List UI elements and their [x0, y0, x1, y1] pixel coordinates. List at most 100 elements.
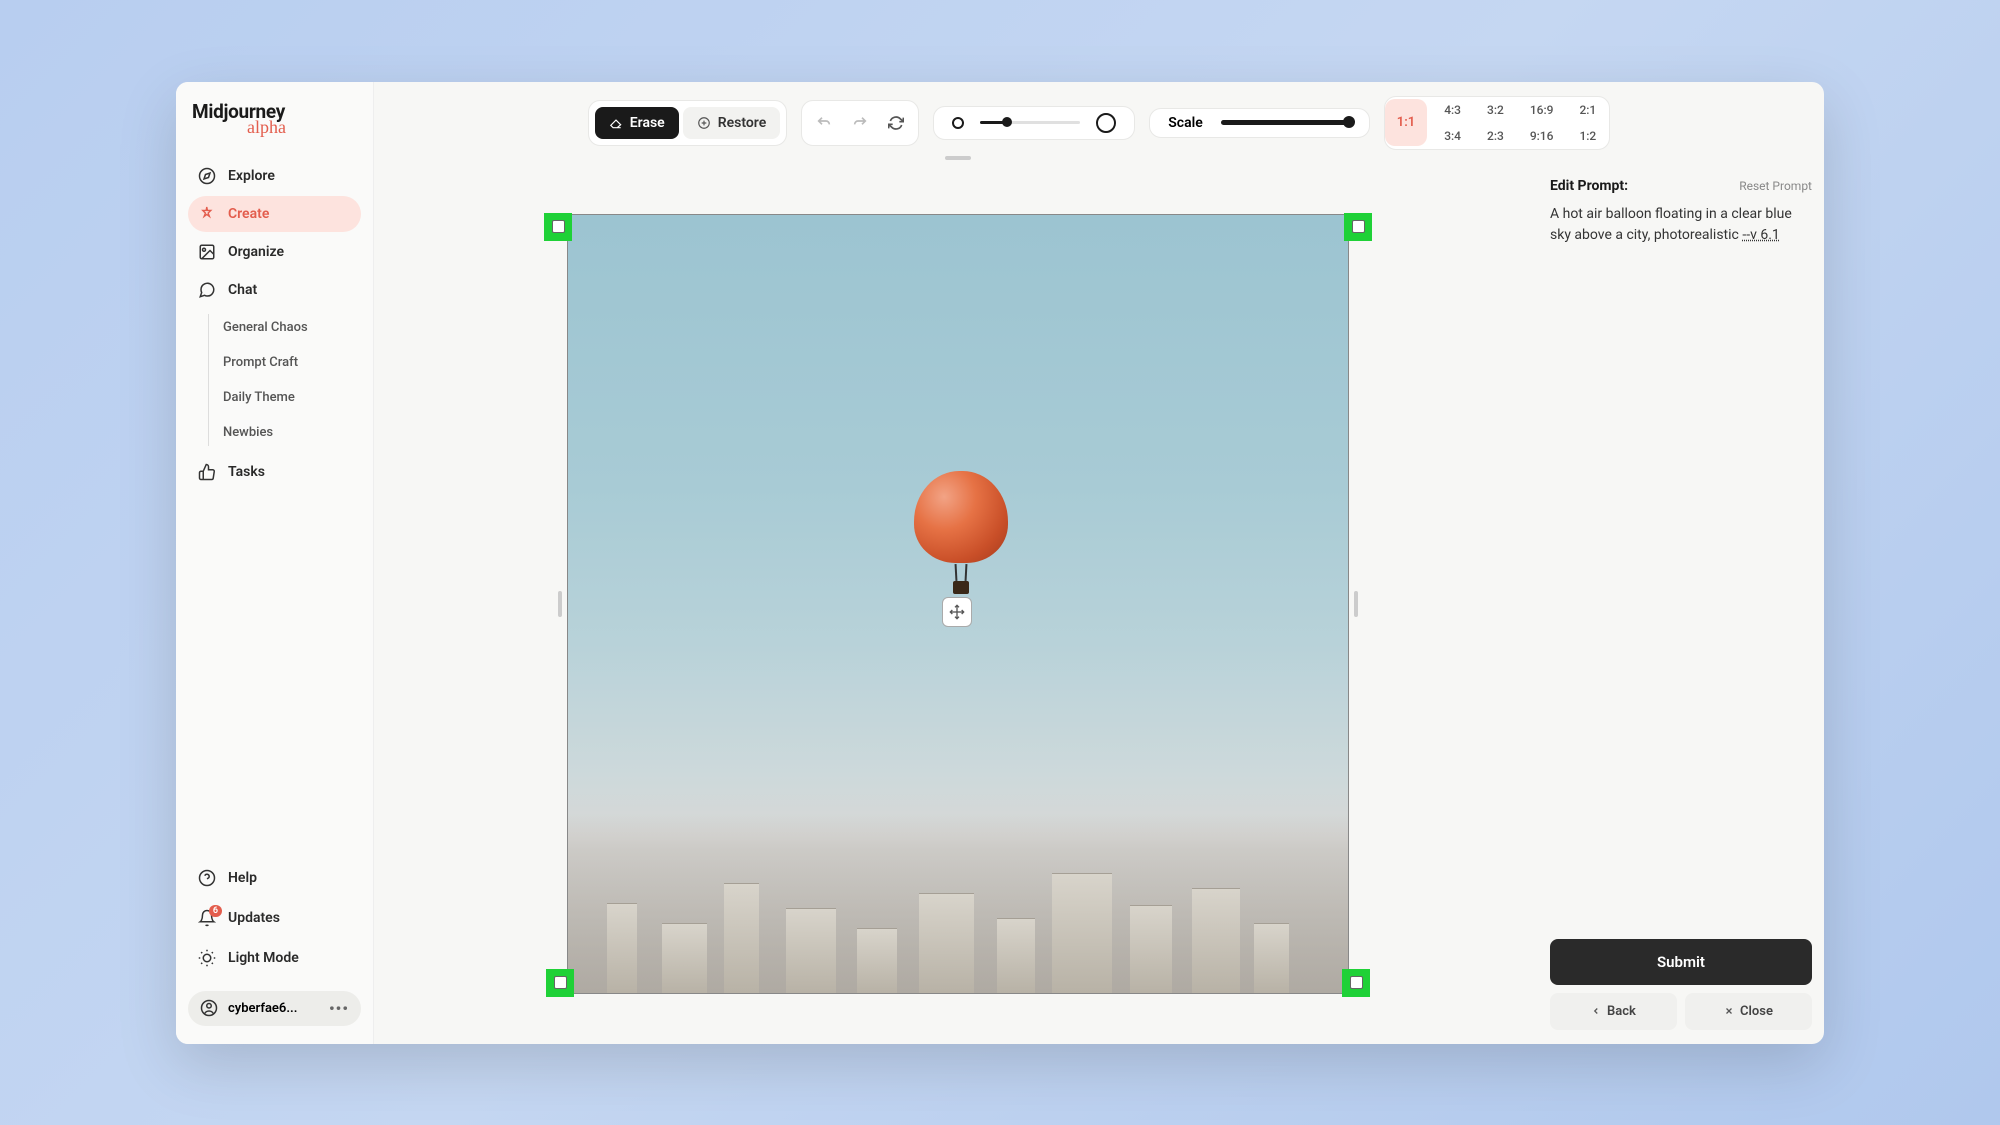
- image-icon: [198, 243, 216, 261]
- edge-grip-top[interactable]: [945, 156, 971, 160]
- crop-handle-tr[interactable]: [1344, 213, 1372, 241]
- help-button[interactable]: Help: [188, 861, 361, 895]
- light-mode-button[interactable]: Light Mode: [188, 941, 361, 975]
- help-label: Help: [228, 870, 257, 886]
- restore-icon: [697, 116, 711, 130]
- image-frame[interactable]: [567, 214, 1349, 994]
- ratio-4-3[interactable]: 4:3: [1431, 97, 1474, 123]
- prompt-text[interactable]: A hot air balloon floating in a clear bl…: [1550, 204, 1812, 246]
- erase-button[interactable]: Erase: [595, 107, 679, 139]
- back-label: Back: [1607, 1004, 1636, 1019]
- compass-icon: [198, 167, 216, 185]
- sidebar-item-chat[interactable]: Chat: [188, 272, 361, 308]
- sidebar-item-label: Create: [228, 206, 269, 222]
- main: Erase Restore Scale: [374, 82, 1824, 1044]
- sidebar-item-create[interactable]: Create: [188, 196, 361, 232]
- edge-grip-left[interactable]: [558, 591, 562, 617]
- reset-prompt-button[interactable]: Reset Prompt: [1739, 179, 1812, 193]
- prompt-title: Edit Prompt:: [1550, 178, 1628, 194]
- history-group: [801, 100, 919, 146]
- scale-slider-thumb[interactable]: [1343, 116, 1355, 128]
- brush-slider[interactable]: [980, 121, 1080, 124]
- sun-icon: [198, 949, 216, 967]
- close-button[interactable]: Close: [1685, 993, 1812, 1030]
- right-panel: Edit Prompt: Reset Prompt A hot air ball…: [1542, 164, 1824, 1044]
- ratio-3-4[interactable]: 3:4: [1431, 123, 1474, 149]
- brush-size-group: [933, 106, 1135, 140]
- user-icon: [200, 999, 218, 1017]
- updates-label: Updates: [228, 910, 280, 926]
- sidebar-item-label: Organize: [228, 244, 284, 260]
- sidebar-bottom: Help 6 Updates Light Mode cyberfae6... •…: [188, 861, 361, 1026]
- sidebar-item-tasks[interactable]: Tasks: [188, 454, 361, 490]
- sidebar-item-label: Chat: [228, 282, 257, 298]
- user-menu[interactable]: cyberfae6... •••: [188, 991, 361, 1026]
- sidebar-item-label: Tasks: [228, 464, 265, 480]
- submit-button[interactable]: Submit: [1550, 939, 1812, 985]
- sidebar-item-explore[interactable]: Explore: [188, 158, 361, 194]
- restore-label: Restore: [718, 115, 767, 131]
- chat-icon: [198, 281, 216, 299]
- balloon-graphic: [914, 471, 1008, 601]
- nav-list: Explore Create Organize Chat General Cha…: [188, 158, 361, 490]
- erase-restore-group: Erase Restore: [588, 100, 787, 146]
- ratio-9-16[interactable]: 9:16: [1517, 123, 1567, 149]
- chat-room-prompt-craft[interactable]: Prompt Craft: [223, 349, 361, 376]
- chat-room-newbies[interactable]: Newbies: [223, 419, 361, 446]
- prompt-header: Edit Prompt: Reset Prompt: [1550, 178, 1812, 194]
- toolbar: Erase Restore Scale: [374, 82, 1824, 164]
- sidebar: Midjourney alpha Explore Create Organize…: [176, 82, 374, 1044]
- scale-group: Scale: [1149, 108, 1370, 138]
- logo-alpha: alpha: [247, 117, 361, 138]
- updates-button[interactable]: 6 Updates: [188, 901, 361, 935]
- brush-slider-thumb[interactable]: [1002, 117, 1012, 127]
- crop-handle-br[interactable]: [1342, 969, 1370, 997]
- aspect-ratio-group: 1:1 4:3 3:2 16:9 2:1 3:4 2:3 9:16 1:2: [1384, 96, 1610, 150]
- chat-room-general[interactable]: General Chaos: [223, 314, 361, 341]
- action-buttons: Submit Back Close: [1550, 939, 1812, 1030]
- back-button[interactable]: Back: [1550, 993, 1677, 1030]
- move-control[interactable]: [942, 597, 972, 627]
- canvas-area: Edit Prompt: Reset Prompt A hot air ball…: [374, 164, 1824, 1044]
- ratio-active[interactable]: 1:1: [1385, 99, 1427, 146]
- more-icon: •••: [329, 999, 349, 1018]
- balloon-basket: [953, 581, 969, 594]
- scale-slider[interactable]: [1221, 120, 1351, 125]
- crop-handle-bl[interactable]: [546, 969, 574, 997]
- logo: Midjourney alpha: [188, 100, 361, 138]
- erase-label: Erase: [630, 115, 665, 131]
- prompt-param: --v 6.1: [1742, 227, 1779, 243]
- redo-button[interactable]: [844, 107, 876, 139]
- scale-label: Scale: [1168, 115, 1203, 131]
- sidebar-item-organize[interactable]: Organize: [188, 234, 361, 270]
- crop-handle-tl[interactable]: [544, 213, 572, 241]
- edge-grip-right[interactable]: [1354, 591, 1358, 617]
- canvas-wrap: [374, 164, 1542, 1044]
- secondary-buttons: Back Close: [1550, 993, 1812, 1030]
- brush-max-icon: [1096, 113, 1116, 133]
- balloon-envelope: [914, 471, 1008, 563]
- close-icon: [1724, 1006, 1734, 1016]
- username: cyberfae6...: [228, 1001, 297, 1016]
- city-graphic: [568, 813, 1348, 993]
- reset-button[interactable]: [880, 107, 912, 139]
- chevron-left-icon: [1591, 1006, 1601, 1016]
- updates-badge: 6: [209, 905, 222, 917]
- app-window: Midjourney alpha Explore Create Organize…: [176, 82, 1824, 1044]
- close-label: Close: [1740, 1004, 1773, 1019]
- ratio-16-9[interactable]: 16:9: [1517, 97, 1567, 123]
- ratio-3-2[interactable]: 3:2: [1474, 97, 1517, 123]
- ratio-1-2[interactable]: 1:2: [1566, 123, 1609, 149]
- ratio-grid: 4:3 3:2 16:9 2:1 3:4 2:3 9:16 1:2: [1431, 97, 1609, 149]
- sidebar-item-label: Explore: [228, 168, 275, 184]
- erase-icon: [609, 116, 623, 130]
- ratio-2-3[interactable]: 2:3: [1474, 123, 1517, 149]
- undo-button[interactable]: [808, 107, 840, 139]
- restore-button[interactable]: Restore: [683, 107, 781, 139]
- light-mode-label: Light Mode: [228, 950, 299, 966]
- bell-icon: 6: [198, 909, 216, 927]
- chat-room-daily-theme[interactable]: Daily Theme: [223, 384, 361, 411]
- ratio-2-1[interactable]: 2:1: [1566, 97, 1609, 123]
- brush-min-icon: [952, 117, 964, 129]
- chat-rooms: General Chaos Prompt Craft Daily Theme N…: [208, 314, 361, 446]
